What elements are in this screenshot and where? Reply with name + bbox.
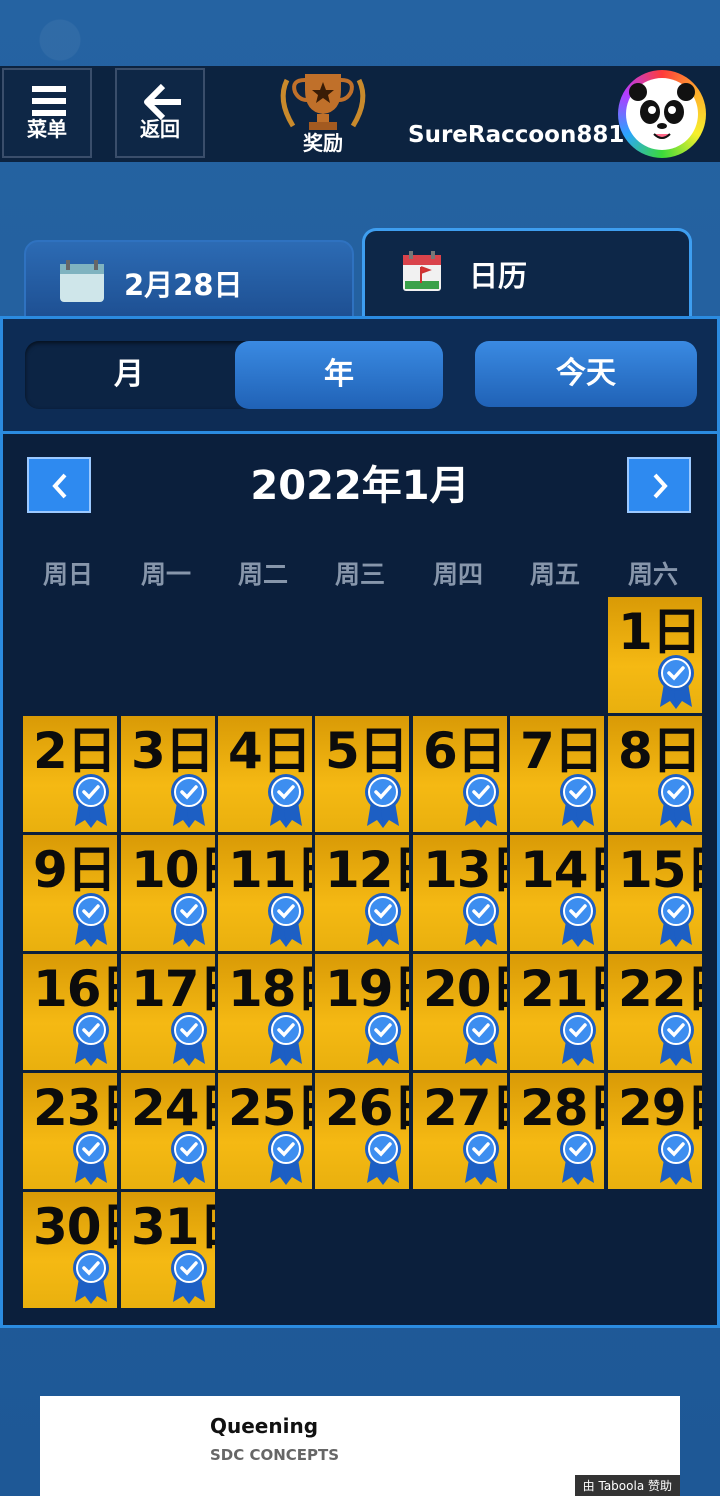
trophy-icon [280, 74, 366, 130]
reward-button[interactable]: 奖励 [270, 66, 376, 162]
calendar-day-cell[interactable]: 16日 [23, 954, 117, 1070]
weekday-label: 周一 [140, 560, 191, 589]
calendar-day-cell[interactable]: 24日 [121, 1073, 215, 1189]
weekday-label: 周五 [529, 560, 580, 589]
ribbon-check-icon [266, 1129, 306, 1189]
top-bar: 菜单 返回 奖励 SureRaccoon881 [0, 66, 720, 162]
view-toggle-row: 月 年 今天 [3, 319, 717, 434]
calendar-day-cell[interactable]: 25日 [218, 1073, 312, 1189]
ribbon-check-icon [266, 772, 306, 832]
calendar-day-cell[interactable]: 4日 [218, 716, 312, 832]
ribbon-check-icon [363, 772, 403, 832]
weekday-label: 周四 [432, 560, 483, 589]
calendar-day-cell[interactable]: 15日 [608, 835, 702, 951]
ribbon-check-icon [71, 1010, 111, 1070]
menu-button[interactable]: 菜单 [2, 68, 92, 158]
next-month-button[interactable] [627, 457, 691, 513]
calendar-day-cell[interactable]: 26日 [315, 1073, 409, 1189]
tab-date-label: 2月28日 [124, 268, 243, 302]
ribbon-check-icon [656, 891, 696, 951]
ribbon-check-icon [266, 891, 306, 951]
ribbon-check-icon [558, 1129, 598, 1189]
calendar-day-cell[interactable]: 30日 [23, 1192, 117, 1308]
ribbon-check-icon [558, 1010, 598, 1070]
calendar-day-cell[interactable]: 13日 [413, 835, 507, 951]
username: SureRaccoon881 [408, 122, 625, 148]
today-button[interactable]: 今天 [475, 341, 697, 407]
calendar-day-cell[interactable]: 12日 [315, 835, 409, 951]
calendar-day-cell[interactable]: 17日 [121, 954, 215, 1070]
calendar-day-cell[interactable]: 28日 [510, 1073, 604, 1189]
weekday-label: 周三 [334, 560, 385, 589]
avatar[interactable] [618, 70, 706, 158]
back-label: 返回 [140, 117, 180, 141]
ribbon-check-icon [656, 653, 696, 713]
ribbon-check-icon [558, 891, 598, 951]
calendar-day-cell[interactable]: 5日 [315, 716, 409, 832]
calendar-day-cell[interactable]: 7日 [510, 716, 604, 832]
calendar-day-cell[interactable]: 31日 [121, 1192, 215, 1308]
tab-calendar-label: 日历 [469, 259, 528, 293]
ribbon-check-icon [169, 1129, 209, 1189]
calendar-day-cell[interactable]: 10日 [121, 835, 215, 951]
ribbon-check-icon [363, 1129, 403, 1189]
month-view-button[interactable]: 月 [25, 341, 233, 409]
ribbon-check-icon [169, 1010, 209, 1070]
menu-label: 菜单 [27, 117, 67, 141]
calendar-flag-icon [403, 251, 441, 291]
calendar-day-cell[interactable]: 11日 [218, 835, 312, 951]
ribbon-check-icon [656, 1010, 696, 1070]
ad-sponsor-label: 由 Taboola 赞助 [574, 1475, 680, 1496]
ad-title: Queening [210, 1414, 319, 1438]
calendar-day-cell[interactable]: 21日 [510, 954, 604, 1070]
ribbon-check-icon [461, 1129, 501, 1189]
calendar-day-cell[interactable]: 3日 [121, 716, 215, 832]
ribbon-check-icon [71, 1129, 111, 1189]
calendar-pad-icon [60, 260, 104, 302]
month-year-toggle: 月 年 [25, 341, 443, 409]
ribbon-check-icon [363, 891, 403, 951]
calendar-day-cell[interactable]: 8日 [608, 716, 702, 832]
ribbon-check-icon [71, 772, 111, 832]
ad-subtitle: SDC CONCEPTS [210, 1446, 340, 1464]
ribbon-check-icon [169, 1248, 209, 1308]
calendar-day-cell[interactable]: 6日 [413, 716, 507, 832]
chevron-right-icon [653, 473, 668, 499]
ribbon-check-icon [266, 1010, 306, 1070]
calendar-day-cell[interactable]: 19日 [315, 954, 409, 1070]
ribbon-check-icon [71, 891, 111, 951]
tab-calendar[interactable]: 日历 [362, 228, 692, 320]
ribbon-check-icon [461, 1010, 501, 1070]
calendar-day-cell[interactable]: 20日 [413, 954, 507, 1070]
ribbon-check-icon [461, 772, 501, 832]
calendar-day-cell[interactable]: 14日 [510, 835, 604, 951]
calendar-day-cell[interactable]: 22日 [608, 954, 702, 1070]
month-title: 2022年1月 [250, 463, 470, 509]
ribbon-check-icon [71, 1248, 111, 1308]
weekday-label: 周六 [627, 560, 678, 589]
ribbon-check-icon [558, 772, 598, 832]
ad-banner[interactable]: Queening SDC CONCEPTS 由 Taboola 赞助 [40, 1396, 680, 1496]
ribbon-check-icon [169, 891, 209, 951]
calendar-day-cell[interactable]: 23日 [23, 1073, 117, 1189]
panda-avatar-icon [626, 78, 698, 150]
ribbon-check-icon [169, 772, 209, 832]
back-button[interactable]: 返回 [115, 68, 205, 158]
year-view-button[interactable]: 年 [235, 341, 443, 409]
ribbon-check-icon [656, 772, 696, 832]
calendar-panel: 月 年 今天 2022年1月 周日 周一 周二 周三 周四 周五 周六 1日 2日 3日 4日 5日… [0, 316, 720, 1328]
calendar-day-cell[interactable]: 9日 [23, 835, 117, 951]
ribbon-check-icon [363, 1010, 403, 1070]
calendar-day-cell[interactable]: 27日 [413, 1073, 507, 1189]
weekday-label: 周日 [42, 560, 93, 589]
calendar-day-cell[interactable]: 1日 [608, 597, 702, 713]
ribbon-check-icon [461, 891, 501, 951]
ribbon-check-icon [656, 1129, 696, 1189]
weekday-label: 周二 [237, 560, 288, 589]
calendar-day-cell[interactable]: 2日 [23, 716, 117, 832]
calendar-day-cell[interactable]: 29日 [608, 1073, 702, 1189]
tab-daily-date[interactable]: 2月28日 [24, 240, 354, 318]
calendar-day-cell[interactable]: 18日 [218, 954, 312, 1070]
reward-label: 奖励 [303, 131, 343, 155]
